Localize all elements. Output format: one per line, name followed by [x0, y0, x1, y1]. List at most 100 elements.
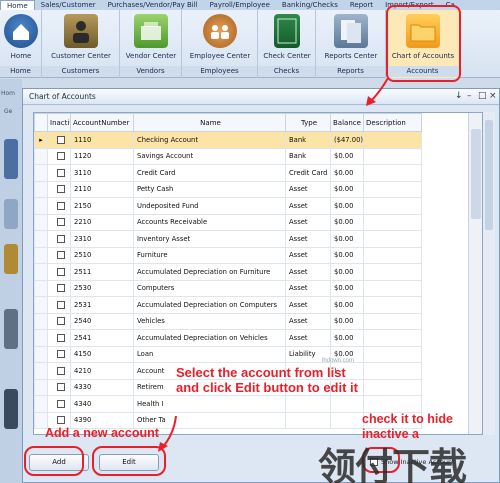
table-row[interactable]: 2310 Inventory Asset Asset $0.00 — [34, 230, 422, 248]
inactive-checkbox[interactable] — [56, 218, 65, 227]
inactive-checkbox[interactable] — [56, 168, 65, 177]
account-number-cell: 4150 — [70, 345, 134, 363]
account-name-cell: Inventory Asset — [133, 230, 286, 248]
account-number-cell: 1120 — [70, 147, 134, 165]
inactive-checkbox[interactable] — [56, 152, 65, 161]
table-row[interactable]: 2511 Accumulated Depreciation on Furnitur… — [34, 263, 422, 281]
inactive-cell — [47, 131, 71, 149]
inactive-checkbox[interactable] — [56, 416, 65, 425]
tab-payroll[interactable]: Payroll/Employee — [204, 0, 276, 10]
home-icon — [4, 14, 38, 48]
description-cell — [363, 230, 422, 248]
table-row[interactable]: 2540 Vehicles Asset $0.00 — [34, 312, 422, 330]
column-header-name[interactable]: Name — [133, 113, 286, 132]
inactive-checkbox[interactable] — [56, 284, 65, 293]
employee-icon — [203, 14, 237, 48]
table-row[interactable]: 3110 Credit Card Credit Card $0.00 — [34, 164, 422, 182]
window-title-bar[interactable]: Chart of Accounts ↓ – □ × — [23, 89, 499, 105]
inactive-checkbox[interactable] — [56, 333, 65, 342]
account-type-cell: Credit Card — [285, 164, 331, 182]
inactive-checkbox[interactable] — [56, 366, 65, 375]
table-row[interactable]: 2530 Computers Asset $0.00 — [34, 279, 422, 297]
column-header-type[interactable]: Type — [285, 113, 331, 132]
table-row[interactable]: ▸ 1110 Checking Account Bank ($47.00) — [34, 131, 422, 149]
sidebar-shortcut-icon[interactable] — [4, 389, 18, 429]
inactive-checkbox[interactable] — [56, 300, 65, 309]
check-center-button[interactable]: Check Center — [260, 12, 314, 64]
grid-vertical-scrollbar[interactable] — [468, 113, 482, 434]
close-button[interactable]: × — [489, 91, 497, 101]
column-header-account-number[interactable]: AccountNumber — [70, 113, 134, 132]
vendor-center-button[interactable]: Vendor Center — [122, 12, 180, 64]
account-name-cell: Petty Cash — [133, 180, 286, 198]
inactive-cell — [47, 395, 71, 413]
reports-center-button[interactable]: Reports Center — [318, 12, 384, 64]
account-name-cell: Credit Card — [133, 164, 286, 182]
account-number-cell: 2511 — [70, 263, 134, 281]
account-type-cell — [285, 395, 331, 413]
pin-icon[interactable]: ↓ — [455, 91, 463, 101]
table-row[interactable]: 4150 Loan Liability $0.00 — [34, 345, 422, 363]
sidebar-shortcut-icon[interactable] — [4, 309, 18, 349]
inactive-checkbox[interactable] — [56, 201, 65, 210]
account-number-cell: 4340 — [70, 395, 134, 413]
table-row[interactable]: 2531 Accumulated Depreciation on Computer… — [34, 296, 422, 314]
table-row[interactable]: 4340 Health I — [34, 395, 422, 413]
employee-center-button[interactable]: Employee Center — [185, 12, 255, 64]
column-header-description[interactable]: Description — [363, 113, 422, 132]
minimize-button[interactable]: – — [467, 91, 472, 101]
tab-sales-customer[interactable]: Sales/Customer — [35, 0, 102, 10]
tab-banking[interactable]: Banking/Checks — [276, 0, 344, 10]
account-name-cell: Health I — [133, 395, 286, 413]
inactive-checkbox[interactable] — [56, 350, 65, 359]
window-vertical-scrollbar[interactable] — [483, 112, 495, 435]
inactive-cell — [47, 362, 71, 380]
ribbon-group-customers: Customer Center Customers — [42, 10, 120, 78]
row-header — [34, 213, 48, 231]
inactive-checkbox[interactable] — [56, 399, 65, 408]
inactive-checkbox[interactable] — [56, 185, 65, 194]
scroll-thumb[interactable] — [485, 120, 493, 230]
inactive-checkbox[interactable] — [56, 251, 65, 260]
watermark-url: lhdown.com — [322, 358, 355, 364]
inactive-checkbox[interactable] — [56, 317, 65, 326]
balance-cell: $0.00 — [330, 213, 364, 231]
maximize-button[interactable]: □ — [478, 91, 487, 101]
account-type-cell: Asset — [285, 197, 331, 215]
sidebar-shortcut-icon[interactable] — [4, 244, 18, 274]
customer-center-button[interactable]: Customer Center — [46, 12, 116, 64]
inactive-checkbox[interactable] — [56, 267, 65, 276]
table-row[interactable]: 1120 Savings Account Bank $0.00 — [34, 147, 422, 165]
inactive-checkbox[interactable] — [56, 135, 65, 144]
background-section-label: Ge — [4, 108, 13, 115]
sidebar-shortcut-icon[interactable] — [4, 139, 18, 179]
table-row[interactable]: 2110 Petty Cash Asset $0.00 — [34, 180, 422, 198]
home-button[interactable]: Home — [2, 12, 40, 64]
table-row[interactable]: 2510 Furniture Asset $0.00 — [34, 246, 422, 264]
ribbon-group-home: Home Home — [0, 10, 42, 78]
inactive-checkbox[interactable] — [56, 234, 65, 243]
row-header — [34, 263, 48, 281]
table-row[interactable]: 2541 Accumulated Depreciation on Vehicles… — [34, 329, 422, 347]
table-row[interactable]: 2210 Accounts Receivable Asset $0.00 — [34, 213, 422, 231]
table-row[interactable]: 2150 Undeposited Fund Asset $0.00 — [34, 197, 422, 215]
account-number-cell: 3110 — [70, 164, 134, 182]
ribbon-group-employees: Employee Center Employees — [182, 10, 258, 78]
description-cell — [363, 296, 422, 314]
inactive-checkbox[interactable] — [56, 383, 65, 392]
row-header — [34, 362, 48, 380]
description-cell — [363, 329, 422, 347]
tab-purchases[interactable]: Purchases/Vendor/Pay Bill — [102, 0, 204, 10]
tab-home[interactable]: Home — [0, 0, 35, 10]
scroll-thumb[interactable] — [471, 129, 481, 219]
account-number-cell: 2310 — [70, 230, 134, 248]
tab-report[interactable]: Report — [344, 0, 379, 10]
column-header-inactive[interactable]: Inactive — [47, 113, 71, 132]
balance-cell: $0.00 — [330, 147, 364, 165]
ribbon-group-checks: Check Center Checks — [258, 10, 316, 78]
account-number-cell: 2210 — [70, 213, 134, 231]
sidebar-shortcut-icon[interactable] — [4, 199, 18, 229]
column-header-balance[interactable]: Balance — [330, 113, 364, 132]
account-type-cell: Asset — [285, 213, 331, 231]
account-number-cell: 2530 — [70, 279, 134, 297]
